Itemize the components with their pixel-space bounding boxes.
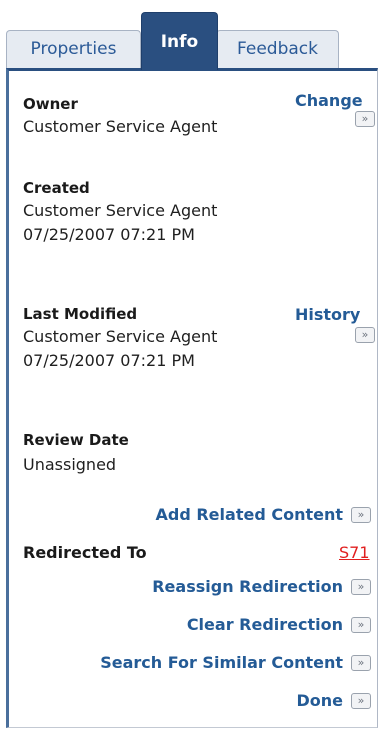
owner-value: Customer Service Agent xyxy=(23,117,218,136)
created-label: Created xyxy=(23,179,90,197)
reassign-redirection-link[interactable]: Reassign Redirection xyxy=(152,577,343,596)
done-row: Done » xyxy=(209,691,371,710)
search-similar-content-link[interactable]: Search For Similar Content xyxy=(100,653,343,672)
created-value: Customer Service Agent 07/25/2007 07:21 … xyxy=(23,201,218,244)
tab-properties[interactable]: Properties xyxy=(6,30,141,68)
chevron-right-icon: » xyxy=(361,328,369,341)
clear-go-button[interactable]: » xyxy=(351,616,371,633)
history-go-button[interactable]: » xyxy=(355,327,375,343)
owner-label: Owner xyxy=(23,95,78,113)
done-link[interactable]: Done xyxy=(296,691,343,710)
redirected-to-label: Redirected To xyxy=(23,543,147,562)
last-modified-label: Last Modified xyxy=(23,305,138,323)
history-link[interactable]: History xyxy=(295,305,360,324)
change-link[interactable]: Change xyxy=(295,91,363,110)
chevron-right-icon: » xyxy=(357,617,365,631)
tab-info[interactable]: Info xyxy=(141,12,218,70)
clear-redirection-link[interactable]: Clear Redirection xyxy=(187,615,343,634)
reassign-go-button[interactable]: » xyxy=(351,578,371,595)
chevron-right-icon: » xyxy=(361,112,369,125)
chevron-right-icon: » xyxy=(357,579,365,593)
search-similar-go-button[interactable]: » xyxy=(351,654,371,671)
chevron-right-icon: » xyxy=(357,507,365,521)
done-go-button[interactable]: » xyxy=(351,692,371,709)
change-go-button[interactable]: » xyxy=(355,111,375,127)
add-related-row: Add Related Content » xyxy=(89,505,371,524)
chevron-right-icon: » xyxy=(357,655,365,669)
chevron-right-icon: » xyxy=(357,693,365,707)
reassign-row: Reassign Redirection » xyxy=(89,577,371,596)
add-related-content-link[interactable]: Add Related Content xyxy=(156,505,344,524)
add-related-go-button[interactable]: » xyxy=(351,506,371,523)
last-modified-value: Customer Service Agent 07/25/2007 07:21 … xyxy=(23,327,218,370)
info-panel: Owner Change » Customer Service Agent Cr… xyxy=(6,68,378,728)
clear-row: Clear Redirection » xyxy=(89,615,371,634)
redirected-to-link[interactable]: S71 xyxy=(339,543,370,562)
search-similar-row: Search For Similar Content » xyxy=(29,653,371,672)
review-date-label: Review Date xyxy=(23,431,129,449)
tab-feedback[interactable]: Feedback xyxy=(216,30,339,68)
tab-bar: Properties Info Feedback xyxy=(6,12,378,70)
review-date-value: Unassigned xyxy=(23,455,117,474)
